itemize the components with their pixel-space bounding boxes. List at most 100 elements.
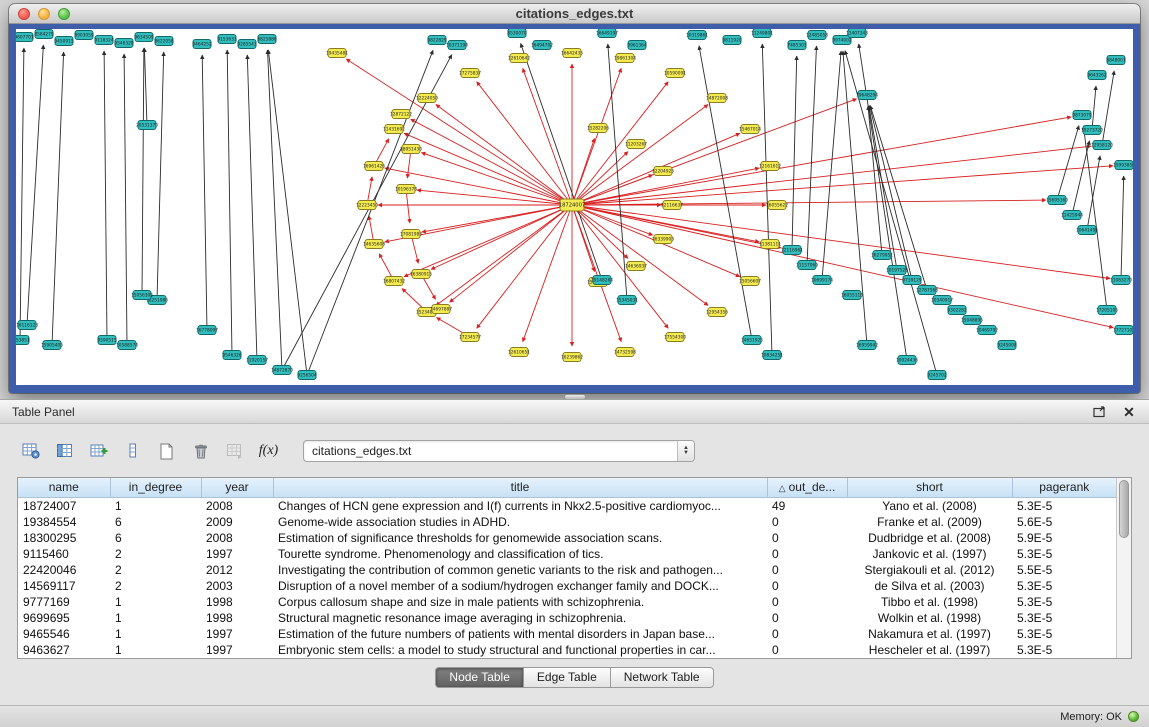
table-row[interactable]: 2242004622012Investigating the contribut… xyxy=(18,562,1116,578)
graph-node[interactable]: 14872870 xyxy=(271,366,293,375)
table-row[interactable]: 1938455462009Genome-wide association stu… xyxy=(18,514,1116,530)
show-hide-columns-icon[interactable] xyxy=(51,439,78,464)
graph-node[interactable]: 9822829 xyxy=(427,36,446,45)
graph-node[interactable]: 8622058 xyxy=(154,37,173,46)
graph-node[interactable]: 11407343 xyxy=(846,29,868,38)
graph-node[interactable]: 8584279 xyxy=(34,30,53,39)
graph-node[interactable]: 10641495 xyxy=(1076,226,1098,235)
graph-node[interactable]: 18724007 xyxy=(559,199,585,211)
graph-node[interactable]: 10371194 xyxy=(446,41,468,50)
graph-node[interactable]: 9546328 xyxy=(114,39,133,48)
graph-node[interactable]: 19861304 xyxy=(614,54,636,63)
graph-node[interactable]: 12485058 xyxy=(806,31,828,40)
graph-node[interactable]: 9873079 xyxy=(1072,111,1091,120)
graph-node[interactable]: 15993856 xyxy=(1113,161,1133,170)
close-panel-icon[interactable]: ✕ xyxy=(1121,404,1137,420)
graph-node[interactable]: 11157069 xyxy=(796,261,818,270)
column-header-short[interactable]: short xyxy=(847,478,1012,497)
graph-node[interactable]: 12610651 xyxy=(508,348,530,357)
graph-node[interactable]: 10196378 xyxy=(395,185,417,194)
table-row[interactable]: 977716911998Corpus callosum shape and si… xyxy=(18,594,1116,610)
graph-node[interactable]: 15345031 xyxy=(616,296,638,305)
graph-node[interactable]: 16055622 xyxy=(766,201,788,210)
graph-node[interactable]: 7485303 xyxy=(787,41,806,50)
graph-node[interactable]: 12787568 xyxy=(916,286,938,295)
new-row-icon[interactable] xyxy=(153,439,180,464)
graph-node[interactable]: 17275837 xyxy=(459,69,481,78)
graph-node[interactable]: 12954356 xyxy=(706,308,728,317)
graph-node[interactable]: 18951430 xyxy=(400,145,422,154)
graph-node[interactable]: 19435481 xyxy=(326,49,348,58)
graph-node[interactable]: 12204925 xyxy=(652,167,674,176)
graph-node[interactable]: 15048895 xyxy=(961,316,983,325)
graph-node[interactable]: 12161612 xyxy=(759,162,781,171)
graph-node[interactable]: 16380915 xyxy=(410,270,432,279)
table-row[interactable]: 969969511998Structural magnetic resonanc… xyxy=(18,610,1116,626)
table-row[interactable]: 946362711997Embryonic stem cells: a mode… xyxy=(18,642,1116,658)
graph-node[interactable]: 14697887 xyxy=(430,305,452,314)
graph-node[interactable]: 20531370 xyxy=(136,121,158,130)
graph-node[interactable]: 12610642 xyxy=(508,54,530,63)
graph-node[interactable]: 9053851 xyxy=(16,336,30,345)
graph-node[interactable]: 9285543 xyxy=(237,40,256,49)
graph-node[interactable]: 10319861 xyxy=(686,31,708,40)
graph-node[interactable]: 15056305 xyxy=(131,291,153,300)
graph-node[interactable]: 16778097 xyxy=(196,326,218,335)
graph-node[interactable]: 12872122 xyxy=(390,110,412,119)
graph-node[interactable]: 16961426 xyxy=(363,162,385,171)
graph-node[interactable]: 12958120 xyxy=(1091,141,1113,150)
column-header-year[interactable]: year xyxy=(201,478,273,497)
graph-node[interactable]: 16339903 xyxy=(652,235,674,244)
graph-node[interactable]: 14636937 xyxy=(625,262,647,271)
graph-node[interactable]: 10699174 xyxy=(811,276,833,285)
table-row[interactable]: 1456911722003Disruption of a novel membe… xyxy=(18,578,1116,594)
column-header-in_degree[interactable]: in_degree xyxy=(110,478,201,497)
float-panel-icon[interactable] xyxy=(1091,404,1107,420)
graph-node[interactable]: 11920157 xyxy=(246,356,268,365)
graph-node[interactable]: 17554300 xyxy=(664,333,686,342)
table-row[interactable]: 946554611997Estimation of the future num… xyxy=(18,626,1116,642)
table-row[interactable]: 911546021997Tourette syndrome. Phenomeno… xyxy=(18,546,1116,562)
graph-node[interactable]: 19648294 xyxy=(856,91,878,100)
graph-node[interactable]: 11425944 xyxy=(1061,211,1083,220)
graph-node[interactable]: 14732598 xyxy=(614,348,636,357)
graph-node[interactable]: 15056607 xyxy=(739,277,761,286)
graph-node[interactable]: 15695160 xyxy=(1046,196,1068,205)
tab-network-table[interactable]: Network Table xyxy=(611,667,714,688)
graph-node[interactable]: 14651925 xyxy=(741,336,763,345)
table-mode-icon[interactable] xyxy=(17,439,44,464)
zoom-window-button[interactable] xyxy=(58,8,70,20)
scrollbar-thumb[interactable] xyxy=(1119,480,1129,538)
graph-node[interactable]: 12116961 xyxy=(781,246,803,255)
graph-node[interactable]: 9118324 xyxy=(94,36,113,45)
graph-node[interactable]: 16494702 xyxy=(531,41,553,50)
graph-node[interactable]: 16649197 xyxy=(596,29,618,38)
graph-node[interactable]: 10588574 xyxy=(116,341,138,350)
delete-row-icon[interactable] xyxy=(187,439,214,464)
graph-node[interactable]: 9245702 xyxy=(927,371,946,380)
function-builder-icon[interactable]: f(x) xyxy=(255,439,282,464)
graph-node[interactable]: 9961364 xyxy=(627,41,646,50)
graph-node[interactable]: 9811920 xyxy=(722,36,741,45)
vertical-scrollbar[interactable] xyxy=(1116,478,1131,658)
graph-node[interactable]: 10024436 xyxy=(896,356,918,365)
graph-node[interactable]: 11083270 xyxy=(1110,276,1132,285)
column-header-title[interactable]: title xyxy=(273,478,767,497)
table-row[interactable]: 1830029562008Estimation of significance … xyxy=(18,530,1116,546)
graph-node[interactable]: 11381111 xyxy=(759,240,781,249)
graph-node[interactable]: 9643262 xyxy=(1087,71,1106,80)
graph-node[interactable]: 16116123 xyxy=(16,321,38,330)
column-header-out_degree[interactable]: △out_de... xyxy=(767,478,847,497)
graph-node[interactable]: 15282206 xyxy=(587,124,609,133)
table-row[interactable]: 1872400712008Changes of HCN gene express… xyxy=(18,497,1116,514)
graph-node[interactable]: 11203267 xyxy=(625,140,647,149)
graph-node[interactable]: 9590515 xyxy=(97,336,116,345)
graph-node[interactable]: 10469792 xyxy=(976,326,998,335)
graph-node[interactable]: 17234577 xyxy=(459,333,481,342)
memory-status-icon[interactable] xyxy=(1128,711,1139,722)
graph-node[interactable]: 9634509 xyxy=(134,33,153,42)
graph-node[interactable]: 12224050 xyxy=(416,94,438,103)
graph-node[interactable]: 9739129 xyxy=(902,276,921,285)
graph-node[interactable]: 8825886 xyxy=(257,35,276,44)
graph-node[interactable]: 10834251 xyxy=(761,351,783,360)
